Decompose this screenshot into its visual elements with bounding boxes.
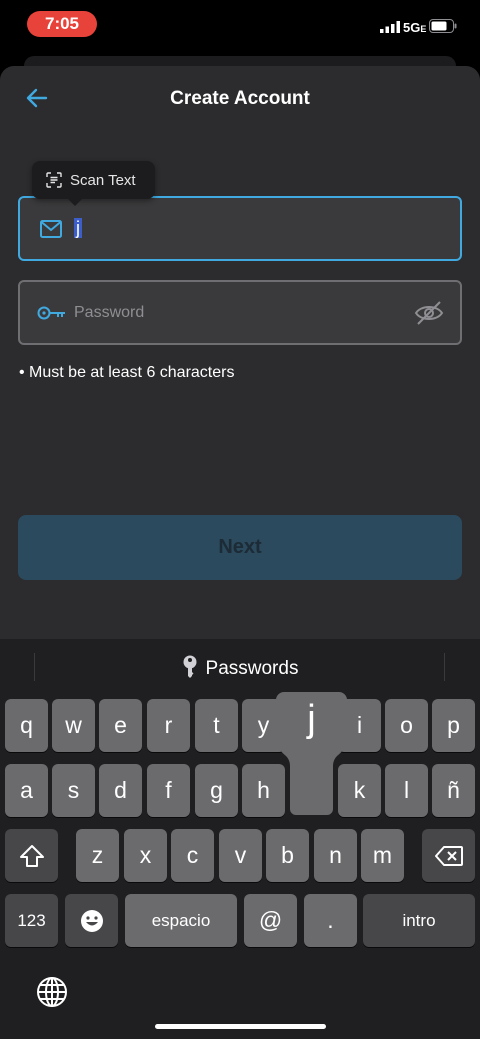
return-key[interactable]: intro	[363, 894, 475, 947]
password-field[interactable]	[18, 280, 462, 345]
delete-key[interactable]	[422, 829, 475, 882]
key-icon	[183, 655, 197, 678]
emoji-icon	[80, 909, 103, 932]
backspace-icon	[434, 845, 463, 866]
dot-key[interactable]: .	[304, 894, 357, 947]
key-z[interactable]: z	[76, 829, 119, 882]
mail-icon	[40, 220, 62, 238]
key-t[interactable]: t	[195, 699, 238, 752]
key-n[interactable]: n	[314, 829, 357, 882]
key-popup-letter: j	[307, 698, 316, 740]
key-icon	[37, 306, 65, 320]
emoji-key[interactable]	[65, 894, 118, 947]
suggestion-divider	[444, 653, 445, 681]
status-bar: 7:05 5GE	[0, 0, 480, 48]
password-hint: • Must be at least 6 characters	[19, 364, 235, 381]
next-button[interactable]: Next	[18, 515, 462, 580]
scan-text-icon	[46, 172, 62, 188]
key-w[interactable]: w	[52, 699, 95, 752]
key-a[interactable]: a	[5, 764, 48, 817]
battery-icon	[429, 19, 457, 33]
at-key[interactable]: @	[244, 894, 297, 947]
key-v[interactable]: v	[219, 829, 262, 882]
key-d[interactable]: d	[99, 764, 142, 817]
key-e[interactable]: e	[99, 699, 142, 752]
signal-icon	[380, 21, 400, 33]
network-indicator: 5GE	[403, 20, 427, 35]
scan-text-pointer	[66, 197, 84, 206]
home-indicator[interactable]	[155, 1024, 326, 1029]
page-title: Create Account	[170, 88, 310, 109]
key-p[interactable]: p	[432, 699, 475, 752]
status-time[interactable]: 7:05	[27, 11, 97, 37]
globe-icon[interactable]	[36, 976, 68, 1008]
shift-icon	[19, 844, 44, 867]
key-x[interactable]: x	[124, 829, 167, 882]
password-input[interactable]	[72, 300, 392, 326]
passwords-suggestion[interactable]: Passwords	[0, 655, 480, 680]
key-s[interactable]: s	[52, 764, 95, 817]
key-f[interactable]: f	[147, 764, 190, 817]
key-q[interactable]: q	[5, 699, 48, 752]
keyboard-suggestion-bar: Passwords	[0, 639, 480, 695]
scan-text-label: Scan Text	[70, 171, 136, 189]
scan-text-button[interactable]: Scan Text	[32, 161, 155, 199]
key-g[interactable]: g	[195, 764, 238, 817]
key-n-tilde[interactable]: ñ	[432, 764, 475, 817]
email-field[interactable]: j	[18, 196, 462, 261]
key-o[interactable]: o	[385, 699, 428, 752]
shift-key[interactable]	[5, 829, 58, 882]
space-key[interactable]: espacio	[125, 894, 237, 947]
email-value[interactable]: j	[74, 218, 82, 239]
eye-off-icon[interactable]	[414, 300, 444, 326]
key-b[interactable]: b	[266, 829, 309, 882]
key-r[interactable]: r	[147, 699, 190, 752]
numbers-key[interactable]: 123	[5, 894, 58, 947]
key-c[interactable]: c	[171, 829, 214, 882]
key-m[interactable]: m	[361, 829, 404, 882]
key-l[interactable]: l	[385, 764, 428, 817]
